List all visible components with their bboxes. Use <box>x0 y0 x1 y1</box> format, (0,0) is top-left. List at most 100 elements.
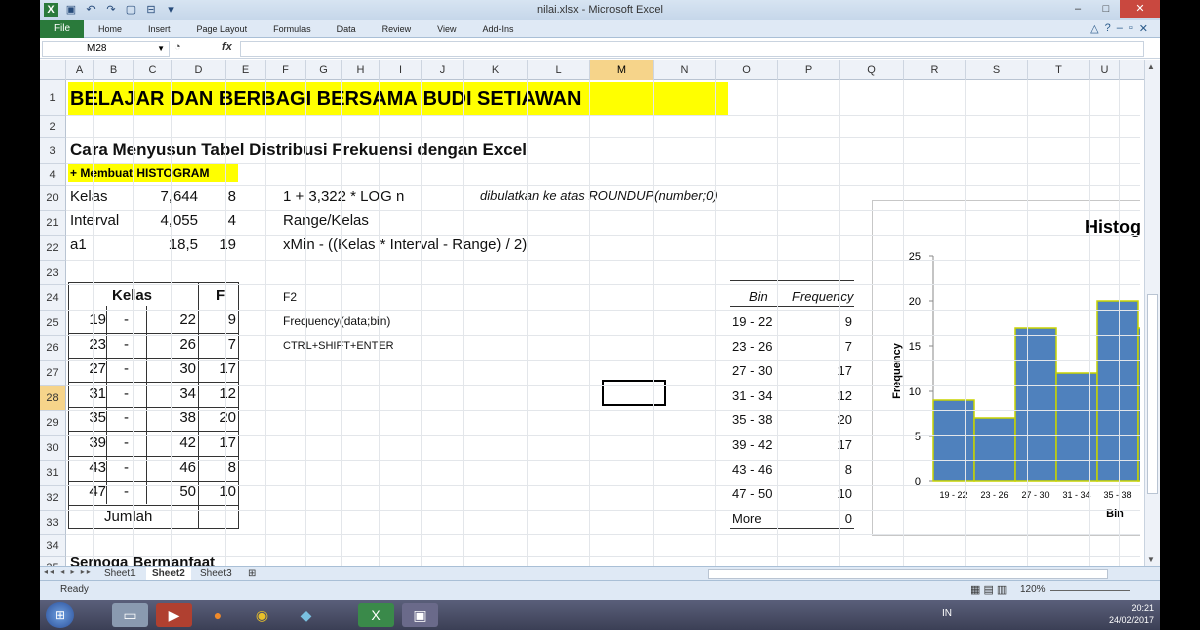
class-lower: 19 <box>89 311 106 328</box>
column-header-l[interactable]: L <box>528 60 590 80</box>
selected-cell[interactable] <box>602 380 666 406</box>
scroll-down-icon[interactable]: ▼ <box>1147 555 1155 564</box>
column-header-m[interactable]: M <box>590 60 654 80</box>
row-header-24[interactable]: 24 <box>40 285 66 311</box>
worksheet-grid[interactable]: BELAJAR DAN BERBAGI BERSAMA BUDI SETIAWA… <box>40 80 1140 566</box>
row-header-28[interactable]: 28 <box>40 386 66 411</box>
tab-insert[interactable]: Insert <box>148 20 171 38</box>
column-header-g[interactable]: G <box>306 60 342 80</box>
column-header-i[interactable]: I <box>380 60 422 80</box>
tab-page-layout[interactable]: Page Layout <box>197 20 248 38</box>
vertical-scrollbar[interactable]: ▲ ▼ <box>1144 60 1160 566</box>
row-header-20[interactable]: 20 <box>40 186 66 211</box>
sheet-nav-icon[interactable]: ◂◂ ◂ ▸ ▸▸ <box>44 567 93 576</box>
chrome-icon[interactable]: ◉ <box>244 603 280 627</box>
histogram-bar[interactable] <box>1014 327 1057 482</box>
row-header-23[interactable]: 23 <box>40 261 66 285</box>
param-value: 4,055 <box>160 212 198 229</box>
row-header-35[interactable]: 35 <box>40 557 66 566</box>
sheet-tab-sheet3[interactable]: Sheet3 <box>194 567 238 581</box>
row-header-33[interactable]: 33 <box>40 511 66 535</box>
workbook-minimize-icon[interactable]: – <box>1117 22 1123 35</box>
column-header-p[interactable]: P <box>778 60 840 80</box>
formula-bar: M28 ▼ ◔ fx <box>40 39 1160 59</box>
column-header-k[interactable]: K <box>464 60 528 80</box>
column-header-c[interactable]: C <box>134 60 172 80</box>
workbook-restore-icon[interactable]: ▫ <box>1129 22 1133 35</box>
column-header-h[interactable]: H <box>342 60 380 80</box>
scroll-up-icon[interactable]: ▲ <box>1147 62 1155 71</box>
name-box[interactable]: M28 ▼ <box>42 41 170 57</box>
minimize-button[interactable]: – <box>1064 0 1092 18</box>
insert-function-icon[interactable]: fx <box>222 41 232 53</box>
column-header-r[interactable]: R <box>904 60 966 80</box>
histogram-bar[interactable] <box>973 417 1016 482</box>
histogram-bar[interactable] <box>932 399 975 482</box>
column-header-e[interactable]: E <box>226 60 266 80</box>
start-button[interactable]: ⊞ <box>46 602 74 628</box>
media-player-icon[interactable]: ▶ <box>156 603 192 627</box>
insert-sheet-icon[interactable]: ⊞ <box>242 567 262 581</box>
workbook-close-icon[interactable]: ✕ <box>1139 22 1148 35</box>
row-header-27[interactable]: 27 <box>40 361 66 386</box>
formula-input[interactable] <box>240 41 1144 57</box>
column-header-u[interactable]: U <box>1090 60 1120 80</box>
clock[interactable]: 20:21 24/02/2017 <box>1109 602 1154 626</box>
column-gridline <box>715 80 716 566</box>
row-header-26[interactable]: 26 <box>40 336 66 361</box>
expand-icon[interactable]: ◔ <box>174 41 181 53</box>
row-header-2[interactable]: 2 <box>40 116 66 138</box>
select-all-corner[interactable] <box>40 60 66 80</box>
column-header-b[interactable]: B <box>94 60 134 80</box>
close-button[interactable]: ✕ <box>1120 0 1160 18</box>
column-header-d[interactable]: D <box>172 60 226 80</box>
minimize-ribbon-icon[interactable]: △ <box>1090 22 1098 35</box>
file-tab[interactable]: File <box>40 20 84 38</box>
row-header-34[interactable]: 34 <box>40 535 66 557</box>
sheet-tab-sheet2[interactable]: Sheet2 <box>146 567 191 581</box>
row-header-21[interactable]: 21 <box>40 211 66 236</box>
horizontal-scrollbar[interactable] <box>708 569 1108 579</box>
tab-view[interactable]: View <box>437 20 456 38</box>
tab-data[interactable]: Data <box>337 20 356 38</box>
zoom-slider[interactable] <box>1050 590 1130 591</box>
tab-review[interactable]: Review <box>382 20 412 38</box>
row-gridline <box>66 115 1140 116</box>
view-buttons-icon[interactable]: ▦ ▤ ▥ <box>970 581 1007 599</box>
column-header-t[interactable]: T <box>1028 60 1090 80</box>
column-header-o[interactable]: O <box>716 60 778 80</box>
row-header-22[interactable]: 22 <box>40 236 66 261</box>
row-header-31[interactable]: 31 <box>40 461 66 486</box>
histogram-bar[interactable] <box>1096 300 1139 482</box>
zoom-level[interactable]: 120% <box>1020 581 1046 599</box>
notes-icon[interactable]: ◆ <box>288 603 324 627</box>
chevron-down-icon[interactable]: ▼ <box>157 42 165 56</box>
explorer-icon[interactable]: ▭ <box>112 603 148 627</box>
maximize-button[interactable]: □ <box>1092 0 1120 18</box>
row-header-4[interactable]: 4 <box>40 164 66 186</box>
row-header-30[interactable]: 30 <box>40 436 66 461</box>
row-header-29[interactable]: 29 <box>40 411 66 436</box>
column-header-j[interactable]: J <box>422 60 464 80</box>
histogram-bar[interactable] <box>1137 327 1140 482</box>
column-header-q[interactable]: Q <box>840 60 904 80</box>
column-header-n[interactable]: N <box>654 60 716 80</box>
language-indicator[interactable]: IN <box>942 608 952 619</box>
histogram-bar[interactable] <box>1055 372 1098 482</box>
recorder-icon[interactable]: ▣ <box>402 603 438 627</box>
tab-formulas[interactable]: Formulas <box>273 20 311 38</box>
column-header-f[interactable]: F <box>266 60 306 80</box>
row-header-1[interactable]: 1 <box>40 80 66 116</box>
help-icon[interactable]: ? <box>1105 22 1111 35</box>
row-header-25[interactable]: 25 <box>40 311 66 336</box>
sheet-tab-sheet1[interactable]: Sheet1 <box>98 567 142 581</box>
scroll-thumb[interactable] <box>1147 294 1158 494</box>
tab-add-ins[interactable]: Add-Ins <box>482 20 513 38</box>
firefox-icon[interactable]: ● <box>200 603 236 627</box>
column-header-a[interactable]: A <box>66 60 94 80</box>
column-header-s[interactable]: S <box>966 60 1028 80</box>
row-header-32[interactable]: 32 <box>40 486 66 511</box>
tab-home[interactable]: Home <box>98 20 122 38</box>
excel-taskbar-icon[interactable]: X <box>358 603 394 627</box>
row-header-3[interactable]: 3 <box>40 138 66 164</box>
